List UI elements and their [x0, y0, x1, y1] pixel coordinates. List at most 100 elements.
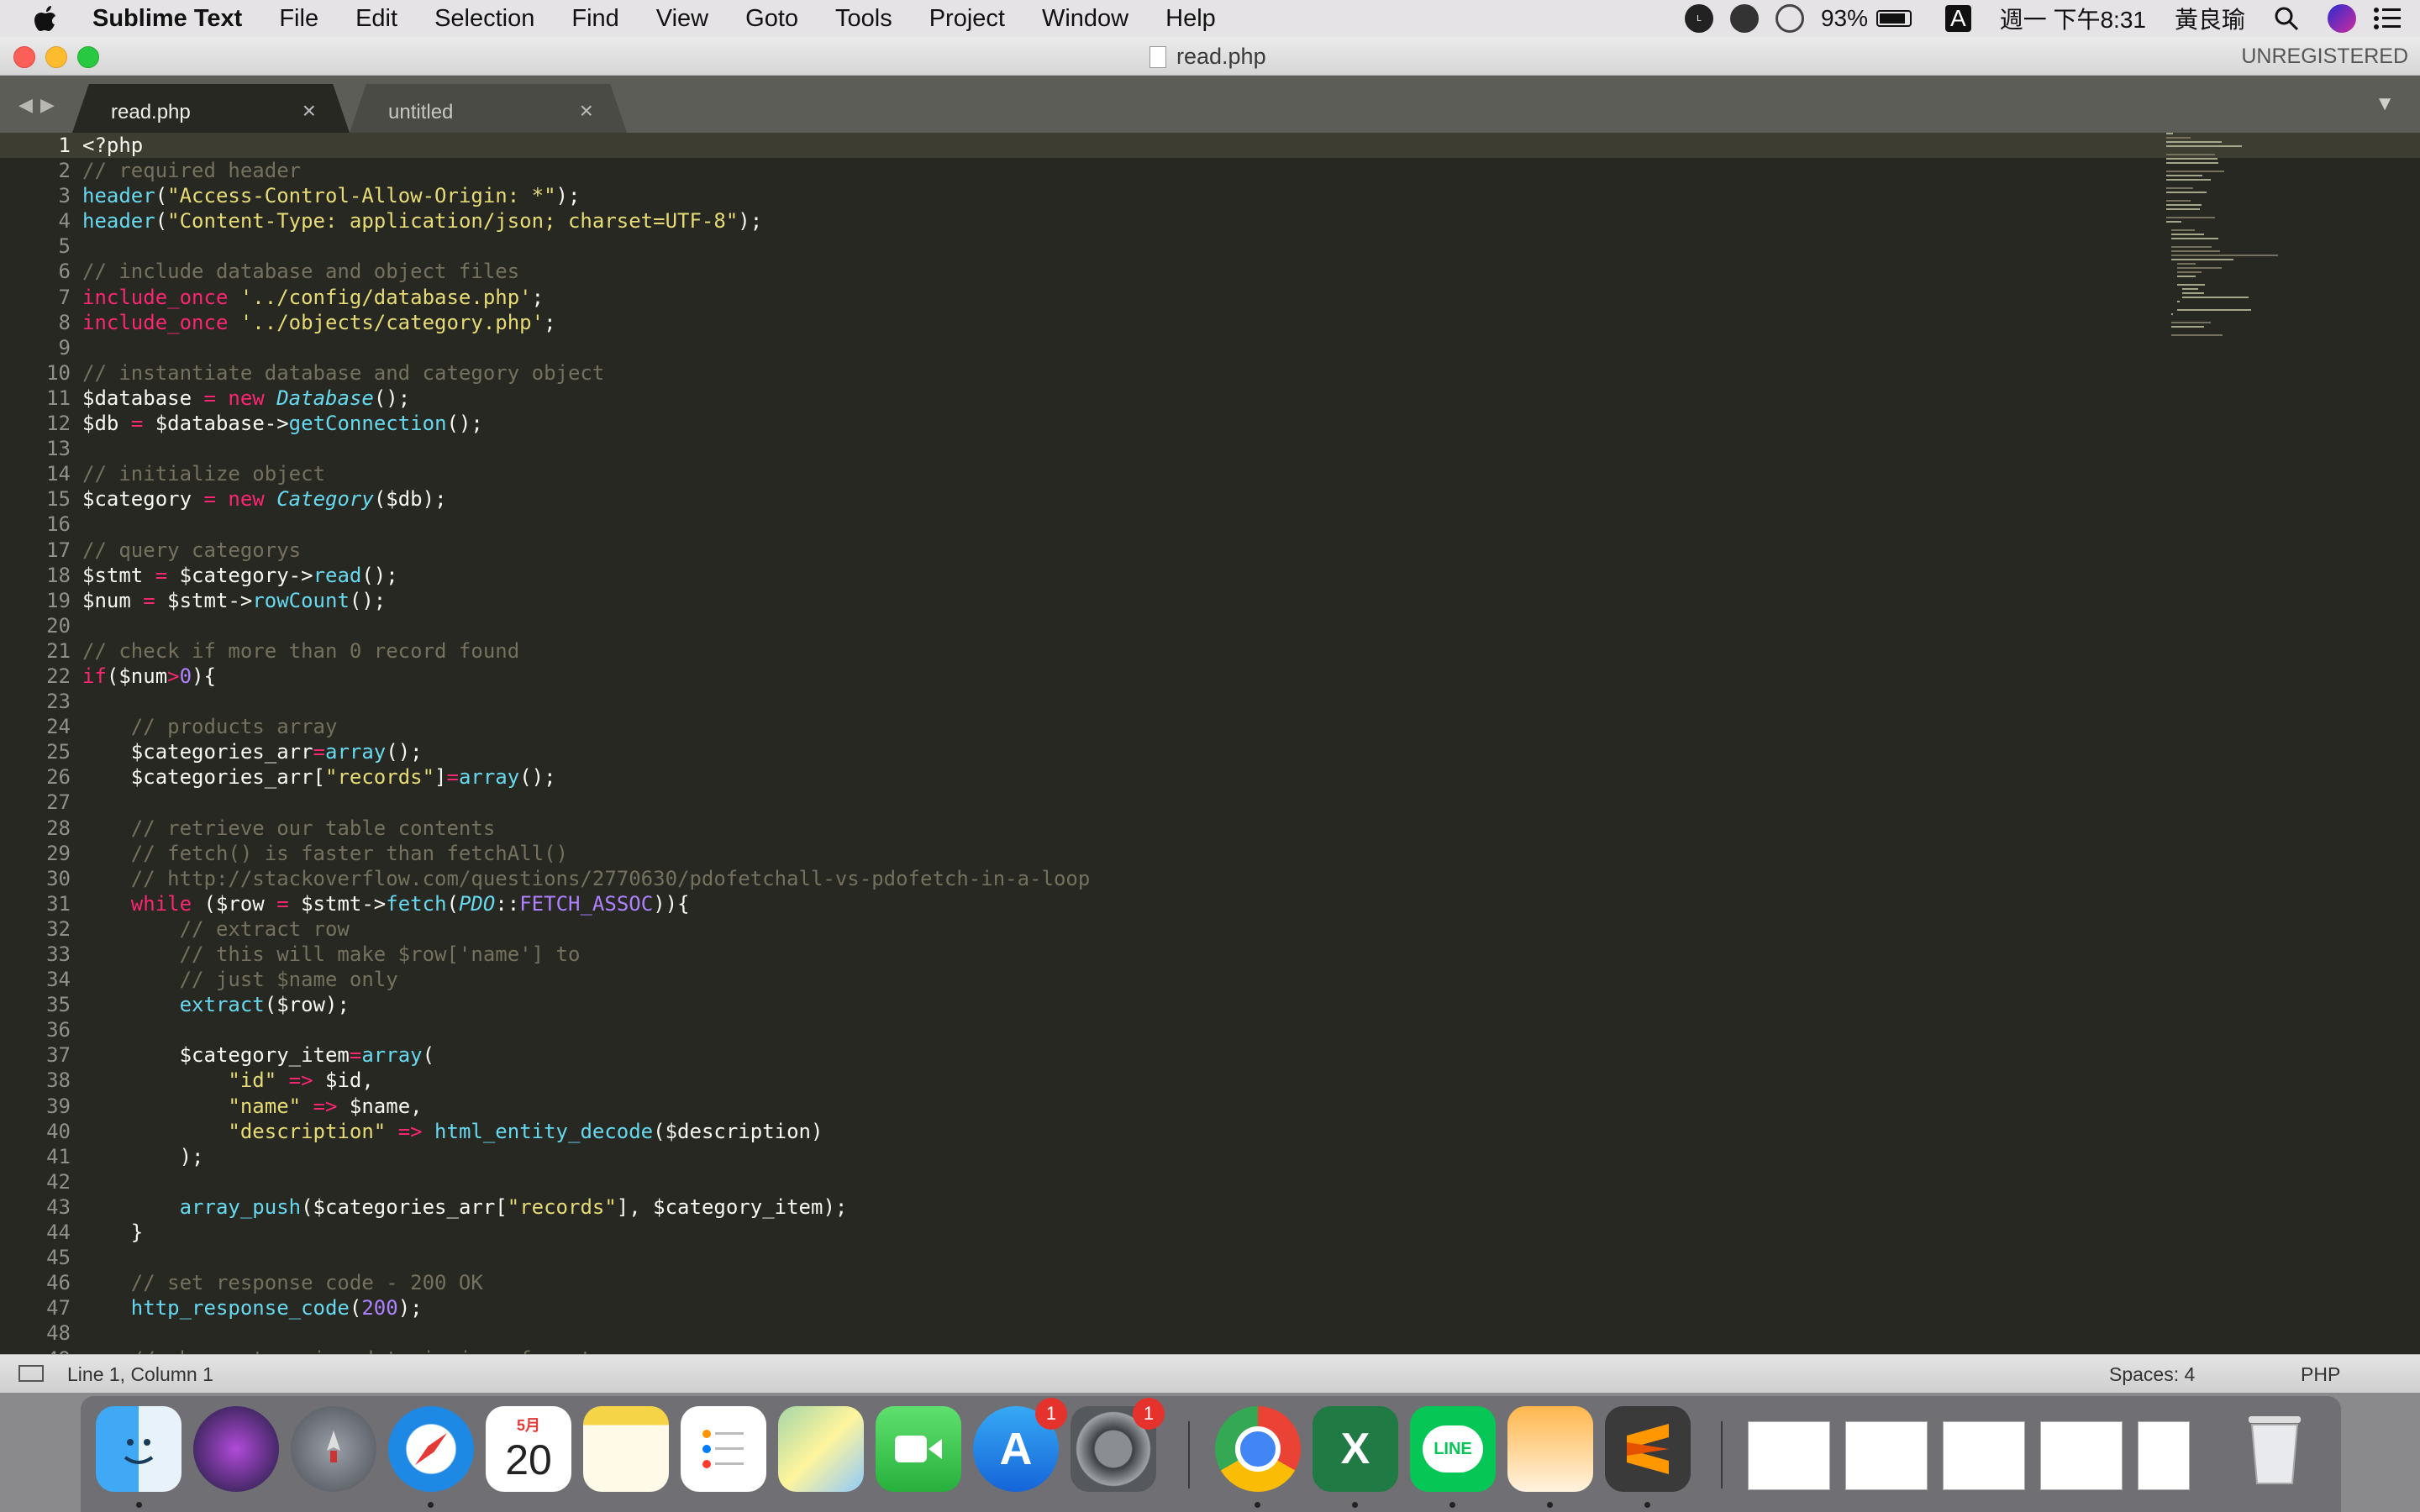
code-line[interactable]: // fetch() is faster than fetchAll(): [82, 841, 1090, 866]
code-line[interactable]: include_once '../objects/category.php';: [82, 310, 1090, 335]
code-line[interactable]: $category_item=array(: [82, 1042, 1090, 1068]
system-preferences-dock-icon[interactable]: 1: [1071, 1398, 1165, 1492]
code-line[interactable]: $categories_arr["records"]=array();: [82, 764, 1090, 790]
code-line[interactable]: header("Content-Type: application/json; …: [82, 208, 1090, 234]
launchpad-dock-icon[interactable]: [291, 1406, 376, 1492]
code-line[interactable]: [82, 790, 1090, 815]
apple-logo-icon[interactable]: [34, 4, 59, 33]
chrome-dock-icon[interactable]: [1215, 1406, 1301, 1492]
menu-file[interactable]: File: [279, 5, 318, 33]
creative-cloud-icon[interactable]: [1775, 4, 1804, 33]
code-line[interactable]: // products array: [82, 714, 1090, 739]
siri-dock-icon[interactable]: [193, 1406, 279, 1492]
excel-dock-icon[interactable]: X: [1313, 1406, 1398, 1492]
cursor-position[interactable]: Line 1, Column 1: [67, 1363, 213, 1386]
notification-center-icon[interactable]: [2373, 7, 2402, 30]
code-line[interactable]: // http://stackoverflow.com/questions/27…: [82, 866, 1091, 891]
code-line[interactable]: <?php: [82, 133, 1090, 158]
code-line[interactable]: // set response code - 200 OK: [82, 1270, 1090, 1295]
tab-list-dropdown-icon[interactable]: ▼: [2375, 92, 2395, 116]
tab-close-icon[interactable]: ×: [302, 97, 316, 124]
minimized-window-thumbnail[interactable]: [2138, 1421, 2190, 1490]
code-line[interactable]: [82, 1169, 1090, 1194]
code-line[interactable]: include_once '../config/database.php';: [82, 285, 1090, 310]
facetime-dock-icon[interactable]: [876, 1406, 961, 1492]
maps-dock-icon[interactable]: [778, 1406, 864, 1492]
menu-selection[interactable]: Selection: [434, 5, 534, 33]
code-line[interactable]: // include database and object files: [82, 259, 1090, 284]
sublime-text-dock-icon[interactable]: [1605, 1406, 1691, 1492]
calendar-dock-icon[interactable]: 5月 20: [486, 1406, 571, 1492]
code-line[interactable]: [82, 1017, 1090, 1042]
menu-find[interactable]: Find: [571, 5, 618, 33]
menu-edit[interactable]: Edit: [355, 5, 397, 33]
code-line[interactable]: // instantiate database and category obj…: [82, 360, 1090, 386]
code-line[interactable]: // required header: [82, 158, 1090, 183]
trash-dock-icon[interactable]: [2232, 1406, 2317, 1492]
code-line[interactable]: // initialize object: [82, 461, 1090, 486]
code-line[interactable]: extract($row);: [82, 992, 1090, 1017]
console-panel-icon[interactable]: [18, 1365, 44, 1382]
code-line[interactable]: $db = $database->getConnection();: [82, 411, 1090, 436]
pages-dock-icon[interactable]: [1507, 1406, 1593, 1492]
code-line[interactable]: [82, 613, 1090, 638]
spotlight-search-icon[interactable]: [2274, 6, 2299, 31]
minimized-window-thumbnail[interactable]: [1943, 1421, 2025, 1490]
line-status-icon[interactable]: L: [1684, 4, 1713, 33]
indentation-setting[interactable]: Spaces: 4: [2109, 1363, 2195, 1386]
syntax-selector[interactable]: PHP: [2301, 1363, 2340, 1386]
code-line[interactable]: $categories_arr=array();: [82, 739, 1090, 764]
notes-dock-icon[interactable]: [583, 1406, 669, 1492]
code-line[interactable]: // just $name only: [82, 967, 1090, 992]
menu-tools[interactable]: Tools: [835, 5, 892, 33]
safari-dock-icon[interactable]: [388, 1406, 474, 1492]
minimize-window-button[interactable]: [45, 46, 67, 68]
code-line[interactable]: [82, 234, 1090, 259]
code-line[interactable]: $database = new Database();: [82, 386, 1090, 411]
code-line[interactable]: [82, 1245, 1090, 1270]
code-line[interactable]: header("Access-Control-Allow-Origin: *")…: [82, 183, 1090, 208]
code-line[interactable]: $num = $stmt->rowCount();: [82, 588, 1090, 613]
code-line[interactable]: // this will make $row['name'] to: [82, 942, 1090, 967]
code-line[interactable]: // retrieve our table contents: [82, 816, 1090, 841]
code-line[interactable]: if($num>0){: [82, 664, 1090, 689]
code-line[interactable]: [82, 335, 1090, 360]
menu-window[interactable]: Window: [1042, 5, 1128, 33]
code-line[interactable]: );: [82, 1144, 1090, 1169]
code-line[interactable]: "id" => $id,: [82, 1068, 1090, 1093]
tab-close-icon[interactable]: ×: [580, 97, 593, 124]
tab-forward-arrow-icon[interactable]: ▶: [40, 94, 55, 116]
menu-goto[interactable]: Goto: [745, 5, 798, 33]
code-line[interactable]: "description" => html_entity_decode($des…: [82, 1119, 1090, 1144]
app-store-dock-icon[interactable]: A 1: [973, 1398, 1067, 1492]
minimized-window-thumbnail[interactable]: [2040, 1421, 2123, 1490]
minimized-window-thumbnail[interactable]: [1748, 1421, 1830, 1490]
code-line[interactable]: $category = new Category($db);: [82, 486, 1090, 512]
code-line[interactable]: [82, 1320, 1090, 1346]
finder-dock-icon[interactable]: [96, 1406, 182, 1492]
minimap[interactable]: [2166, 133, 2317, 351]
sync-status-icon[interactable]: [1729, 4, 1759, 33]
code-line[interactable]: http_response_code(200);: [82, 1295, 1090, 1320]
clock[interactable]: 週一 下午8:31: [2000, 2, 2146, 35]
code-line[interactable]: $stmt = $category->read();: [82, 563, 1090, 588]
menu-view[interactable]: View: [656, 5, 708, 33]
user-name[interactable]: 黃良瑜: [2175, 2, 2245, 35]
menu-app-name[interactable]: Sublime Text: [92, 5, 242, 33]
siri-icon[interactable]: [2328, 4, 2356, 33]
code-line[interactable]: }: [82, 1220, 1090, 1245]
menu-project[interactable]: Project: [929, 5, 1005, 33]
input-method-indicator[interactable]: A: [1945, 5, 1971, 32]
zoom-window-button[interactable]: [77, 46, 99, 68]
menu-help[interactable]: Help: [1165, 5, 1216, 33]
tab-untitled[interactable]: untitled ×: [350, 84, 627, 133]
code-line[interactable]: // show categories data in json format: [82, 1347, 1090, 1355]
line-dock-icon[interactable]: LINE: [1410, 1406, 1496, 1492]
code-text-area[interactable]: <?php// required header header("Access-Co…: [82, 133, 1090, 1354]
code-line[interactable]: "name" => $name,: [82, 1094, 1090, 1119]
code-line[interactable]: [82, 689, 1090, 714]
code-line[interactable]: // query categorys: [82, 538, 1090, 563]
code-line[interactable]: while ($row = $stmt->fetch(PDO::FETCH_AS…: [82, 891, 1090, 916]
close-window-button[interactable]: [13, 46, 35, 68]
code-line[interactable]: array_push($categories_arr["records"], $…: [82, 1194, 1090, 1220]
